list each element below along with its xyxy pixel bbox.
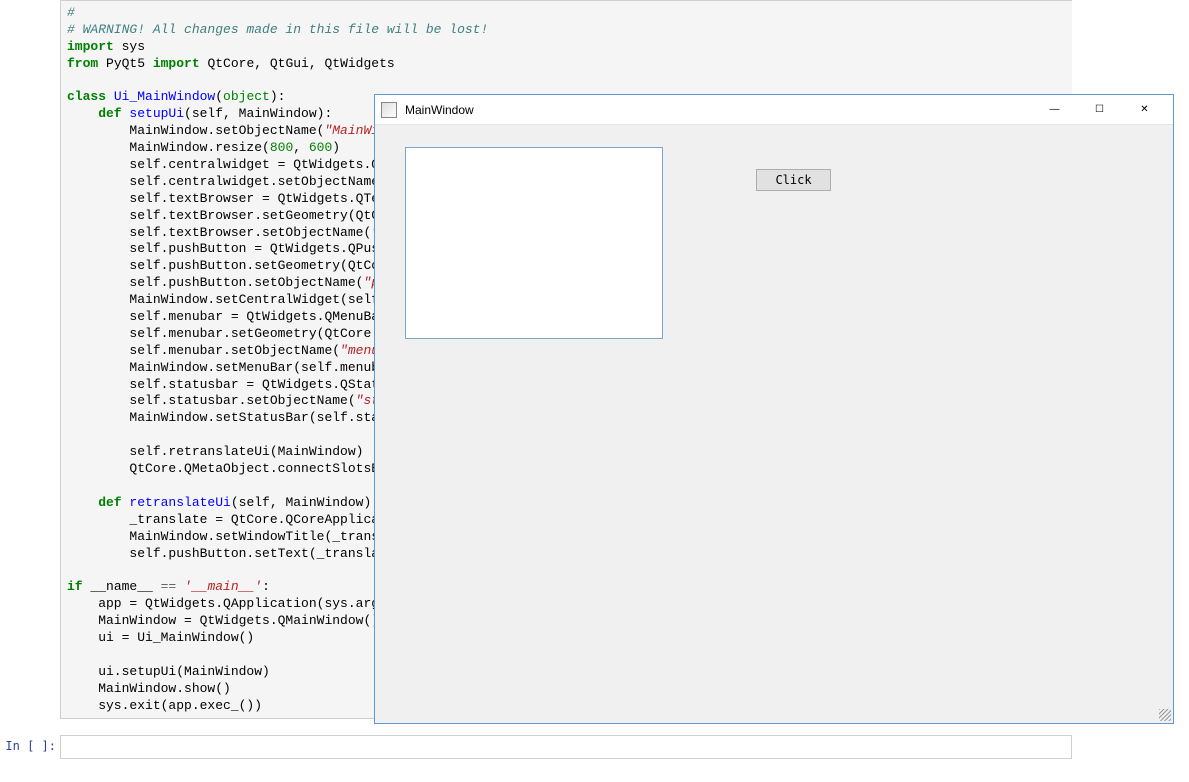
code-text: self.pushButton.setGeometry(QtCore.Q: [67, 258, 410, 273]
code-keyword: from: [67, 56, 98, 71]
code-text: self.menubar.setGeometry(QtCore.QRec: [67, 326, 410, 341]
code-text: sys.exit(app.exec_()): [67, 698, 262, 713]
code-funcname: setupUi: [129, 106, 184, 121]
code-text: self.retranslateUi(MainWindow): [67, 444, 363, 459]
code-text: self.pushButton.setObjectName(: [67, 275, 363, 290]
code-builtin: object: [223, 89, 270, 104]
code-text: _translate = QtCore.QCoreApplication: [67, 512, 410, 527]
code-text: ui.setupUi(MainWindow): [67, 664, 270, 679]
window-icon: [381, 102, 397, 118]
input-prompt: In [ ]:: [0, 735, 60, 759]
code-text: [176, 579, 184, 594]
code-text: MainWindow.setWindowTitle(_translate: [67, 529, 410, 544]
input-cell[interactable]: [60, 735, 1072, 759]
code-text: MainWindow.setCentralWidget(self.cen: [67, 292, 410, 307]
close-icon: ✕: [1140, 104, 1148, 115]
code-comment: # WARNING! All changes made in this file…: [67, 22, 488, 37]
code-string: '__main__': [184, 579, 262, 594]
code-text: (: [215, 89, 223, 104]
code-text: ): [332, 140, 340, 155]
code-text: ui = Ui_MainWindow(): [67, 630, 254, 645]
code-text: self.textBrowser.setGeometry(QtCore.: [67, 208, 410, 223]
code-text: self.menubar.setObjectName(: [67, 343, 340, 358]
maximize-button[interactable]: ☐: [1077, 96, 1122, 124]
window-title: MainWindow: [405, 103, 1032, 117]
code-text: MainWindow.setStatusBar(self.statusb: [67, 410, 410, 425]
code-text: ):: [270, 89, 286, 104]
code-text: app = QtWidgets.QApplication(sys.argv): [67, 596, 395, 611]
code-keyword: def: [67, 495, 129, 510]
code-text: self.centralwidget = QtWidgets.QWidg: [67, 157, 410, 172]
code-text: :: [262, 579, 270, 594]
minimize-button[interactable]: —: [1032, 96, 1077, 124]
code-text: self.statusbar = QtWidgets.QStatusBa: [67, 377, 410, 392]
code-classname: Ui_MainWindow: [114, 89, 215, 104]
code-number: 600: [309, 140, 332, 155]
code-text: self.textBrowser.setObjectName(: [67, 225, 371, 240]
code-comment: #: [67, 5, 75, 20]
text-browser[interactable]: [405, 147, 663, 339]
click-button[interactable]: Click: [756, 169, 831, 191]
code-text: (self, MainWindow):: [231, 495, 379, 510]
code-text: self.centralwidget.setObjectName(: [67, 174, 387, 189]
maximize-icon: ☐: [1095, 104, 1104, 115]
code-text: QtCore.QMetaObject.connectSlotsByNam: [67, 461, 410, 476]
code-text: self.pushButton = QtWidgets.QPushBut: [67, 241, 410, 256]
code-text: ,: [293, 140, 309, 155]
close-button[interactable]: ✕: [1122, 96, 1167, 124]
code-text: self.pushButton.setText(_translate(: [67, 546, 402, 561]
code-keyword: import: [67, 39, 114, 54]
code-keyword: if: [67, 579, 83, 594]
code-text: MainWindow.setObjectName(: [67, 123, 324, 138]
code-text: MainWindow.show(): [67, 681, 231, 696]
minimize-icon: —: [1050, 104, 1060, 115]
code-text: __name__: [83, 579, 161, 594]
code-text: self.statusbar.setObjectName(: [67, 393, 356, 408]
code-text: MainWindow.resize(: [67, 140, 270, 155]
code-text: MainWindow = QtWidgets.QMainWindow(): [67, 613, 379, 628]
central-widget: Click: [375, 125, 1173, 723]
code-text: (self, MainWindow):: [184, 106, 332, 121]
code-text: self.textBrowser = QtWidgets.QTextBr: [67, 191, 410, 206]
code-text: sys: [114, 39, 145, 54]
code-text: self.menubar = QtWidgets.QMenuBar(Ma: [67, 309, 410, 324]
code-funcname: retranslateUi: [129, 495, 230, 510]
code-op: ==: [161, 579, 177, 594]
code-keyword: class: [67, 89, 114, 104]
titlebar[interactable]: MainWindow — ☐ ✕: [375, 95, 1173, 125]
input-cell-row: In [ ]:: [0, 735, 1072, 759]
code-number: 800: [270, 140, 293, 155]
code-keyword: def: [67, 106, 129, 121]
code-text: MainWindow.setMenuBar(self.menubar): [67, 360, 402, 375]
resize-grip-icon[interactable]: [1159, 709, 1171, 721]
code-text: PyQt5: [98, 56, 153, 71]
prompt-column: [0, 0, 60, 719]
code-keyword: import: [153, 56, 200, 71]
main-window: MainWindow — ☐ ✕ Click: [374, 94, 1174, 724]
code-text: QtCore, QtGui, QtWidgets: [200, 56, 395, 71]
